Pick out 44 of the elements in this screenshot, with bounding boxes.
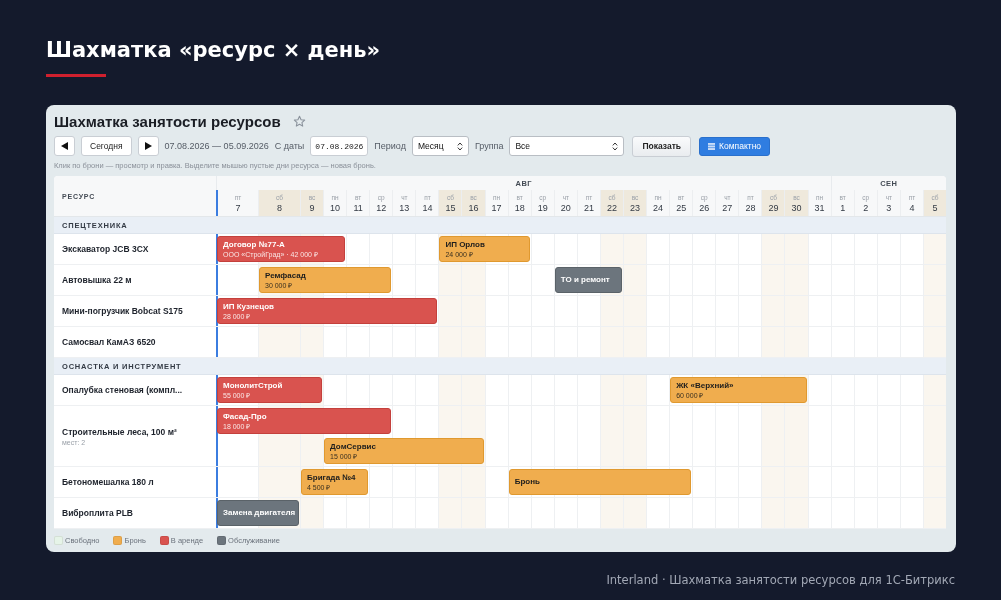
period-select[interactable]: Месяц bbox=[411, 136, 469, 156]
booking-bar[interactable]: ТО и ремонт bbox=[554, 267, 622, 293]
booking-title: ИП Орлов bbox=[445, 239, 485, 250]
booking-title: ТО и ремонт bbox=[560, 275, 610, 285]
booking-title: Бригада №4 bbox=[307, 472, 356, 483]
resource-name: Мини-погрузчик Bobcat S175 bbox=[62, 306, 184, 316]
list-icon bbox=[708, 142, 716, 150]
group-select[interactable]: Все bbox=[509, 136, 625, 156]
resource-name: Автовышка 22 м bbox=[62, 275, 133, 285]
period-label: Период bbox=[374, 141, 406, 151]
booking-title: Бронь bbox=[514, 477, 540, 487]
resource-name: Экскаватор JCB 3CX bbox=[62, 244, 150, 254]
booking-title: ДомСервис bbox=[330, 441, 376, 452]
resource-name: Виброплита PLB bbox=[62, 508, 134, 518]
group-label: Группа bbox=[474, 141, 504, 151]
booking-title: Фасад-Про bbox=[223, 411, 267, 422]
booking-title: Замена двигателя bbox=[223, 508, 296, 518]
booking-title: МонолитСтрой bbox=[223, 380, 283, 391]
booking-title: ЖК «Верхний» bbox=[676, 380, 734, 391]
booking-title: ИП Кузнецов bbox=[223, 301, 274, 312]
resource-name: Бетономешалка 180 л bbox=[62, 477, 155, 487]
booking-bar[interactable]: Бронь bbox=[508, 469, 692, 495]
up-down-icon bbox=[612, 141, 619, 151]
up-down-icon bbox=[456, 141, 463, 151]
compact-button[interactable]: Компактно bbox=[699, 136, 771, 156]
resource-name: Самосвал КамАЗ 6520 bbox=[62, 337, 157, 347]
booking-title: Договор №77-А bbox=[223, 239, 285, 250]
panel-title: Шахматка занятости ресурсов bbox=[54, 112, 281, 130]
page-title: Шахматка «ресурс × день» bbox=[46, 37, 381, 64]
resource-name: Опалубка стеновая (компл... bbox=[62, 385, 184, 395]
show-button[interactable]: Показать bbox=[632, 135, 692, 157]
booking-bar[interactable]: Замена двигателя bbox=[217, 500, 299, 526]
previous-button[interactable] bbox=[54, 136, 75, 156]
star-icon[interactable] bbox=[292, 114, 306, 128]
left-triangle-icon bbox=[61, 142, 68, 150]
today-button[interactable]: Сегодня bbox=[81, 136, 132, 156]
date-label: С даты bbox=[274, 141, 305, 151]
footer-text: Interland · Шахматка занятости ресурсов для 1С-Битрикс bbox=[606, 573, 955, 587]
right-triangle-icon bbox=[144, 142, 152, 150]
booking-title: Ремфасад bbox=[265, 270, 306, 281]
resource-name: Строительные леса, 100 м² bbox=[62, 426, 178, 437]
date-range: 07.08.2026 — 05.09.2026 bbox=[164, 141, 269, 151]
date-field[interactable]: 07.08.2026 bbox=[310, 136, 369, 156]
next-button[interactable] bbox=[137, 136, 159, 156]
